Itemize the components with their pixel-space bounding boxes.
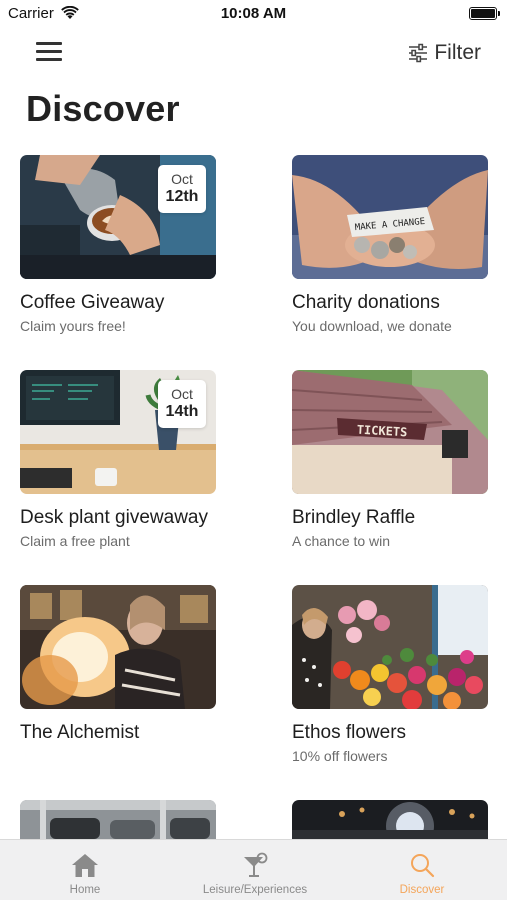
card-subtitle: Claim a free plant — [20, 533, 130, 549]
date-badge: Oct 14th — [158, 380, 206, 428]
card-desk-plant[interactable]: Oct 14th Desk plant givewaway Claim a fr… — [20, 370, 216, 549]
tab-home[interactable]: Home — [39, 840, 131, 900]
hamburger-icon — [36, 42, 62, 45]
card-subtitle: You download, we donate — [292, 318, 452, 334]
tickets-sign-text: TICKETS — [356, 423, 407, 440]
flowers-image — [292, 585, 488, 709]
card-brindley-raffle[interactable]: TICKETS Brindley Raffle A chance to win — [292, 370, 488, 549]
raffle-image: TICKETS — [292, 370, 488, 494]
tab-discover[interactable]: Discover — [380, 840, 464, 900]
card-subtitle: 10% off flowers — [292, 748, 388, 764]
filter-label: Filter — [434, 41, 481, 64]
desk-plant-image: Oct 14th — [20, 370, 216, 494]
card-parking-partial[interactable] — [20, 800, 216, 839]
venue-image — [292, 800, 488, 839]
sliders-icon — [409, 43, 428, 63]
tab-label: Leisure/Experiences — [202, 884, 308, 896]
card-the-alchemist[interactable]: The Alchemist — [20, 585, 216, 743]
hamburger-icon-line — [36, 58, 62, 61]
date-badge-month: Oct — [171, 171, 193, 187]
card-title: The Alchemist — [20, 722, 140, 743]
tab-label: Home — [69, 884, 101, 896]
date-badge: Oct 12th — [158, 165, 206, 213]
page-title: Discover — [26, 88, 180, 129]
tab-leisure-experiences[interactable]: Leisure/Experiences — [185, 840, 325, 900]
battery-icon — [469, 7, 500, 20]
card-title: Brindley Raffle — [292, 507, 416, 528]
card-ethos-flowers[interactable]: Ethos flowers 10% off flowers — [292, 585, 488, 764]
status-time: 10:08 AM — [220, 5, 287, 22]
date-badge-day: 12th — [165, 188, 199, 205]
search-icon — [411, 854, 435, 878]
alchemist-image — [20, 585, 216, 709]
hamburger-icon-line — [36, 50, 62, 53]
tab-label: Discover — [399, 884, 445, 896]
card-subtitle: A chance to win — [292, 533, 391, 549]
card-coffee-giveaway[interactable]: Oct 12th Coffee Giveaway Claim yours fre… — [20, 155, 216, 334]
status-bar: Carrier 10:08 AM — [0, 0, 507, 28]
filter-button[interactable]: Filter — [408, 39, 481, 67]
menu-button[interactable] — [36, 40, 64, 64]
card-title: Ethos flowers — [292, 722, 407, 743]
date-badge-month: Oct — [171, 386, 193, 402]
parking-image — [20, 800, 216, 839]
tab-bar: Home Leisure/Experiences Discover — [0, 839, 507, 900]
charity-image: MAKE A CHANGE — [292, 155, 488, 279]
cocktail-icon — [244, 852, 268, 877]
card-title: Desk plant givewaway — [20, 507, 208, 528]
card-title: Coffee Giveaway — [20, 292, 165, 313]
card-title: Charity donations — [292, 292, 440, 313]
date-badge-day: 14th — [165, 403, 199, 420]
card-subtitle: Claim yours free! — [20, 318, 126, 334]
card-venue-partial[interactable] — [292, 800, 488, 839]
card-charity-donations[interactable]: MAKE A CHANGE Charity donations You down… — [292, 155, 488, 334]
home-icon — [72, 854, 98, 877]
coffee-image: Oct 12th — [20, 155, 216, 279]
